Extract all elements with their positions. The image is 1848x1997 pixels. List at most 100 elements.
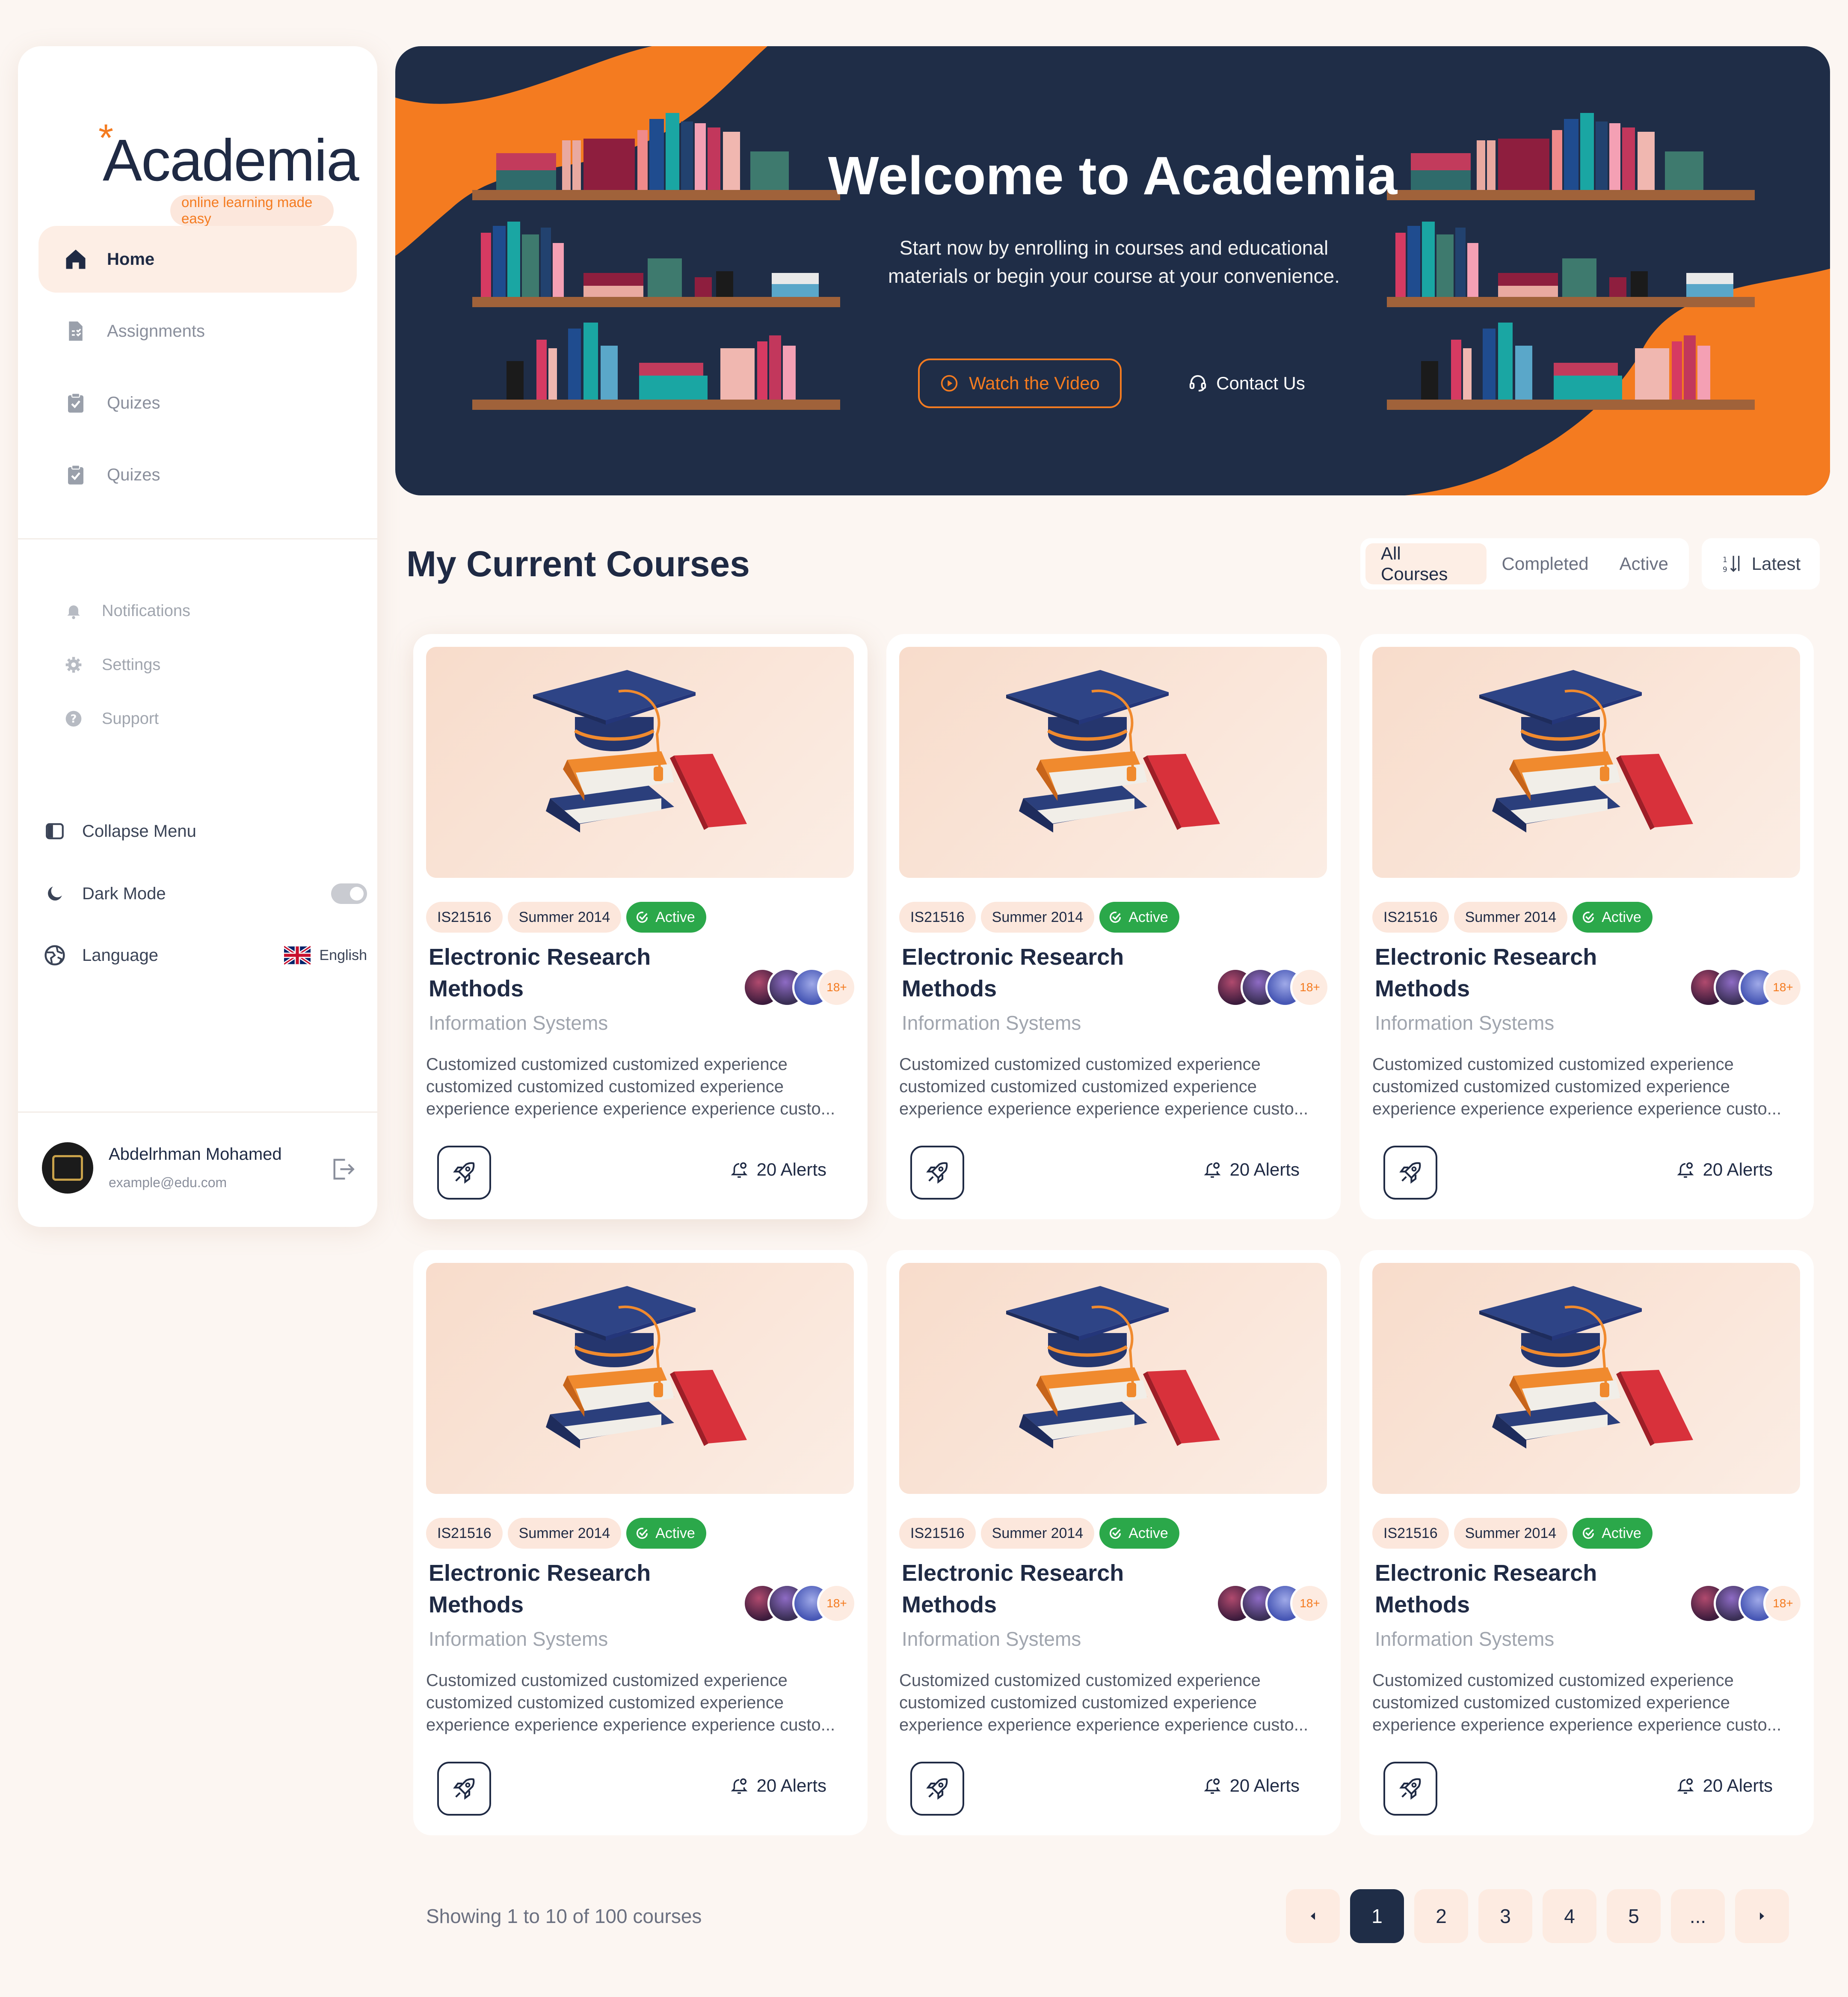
status-label: Active xyxy=(1602,1525,1641,1541)
logout-icon[interactable] xyxy=(329,1155,357,1183)
course-subject: Information Systems xyxy=(1375,1012,1555,1034)
bell-alert-icon xyxy=(731,1778,748,1794)
course-description: Customized customized customized experie… xyxy=(426,1053,854,1120)
alerts-link[interactable]: 20 Alerts xyxy=(729,1159,826,1180)
launch-course-button[interactable] xyxy=(437,1146,491,1200)
description-line: customized customized customized experie… xyxy=(426,1693,784,1712)
course-card[interactable]: IS21516 Summer 2014 Active Electronic Re… xyxy=(886,1250,1341,1835)
participant-avatars[interactable]: 18+ xyxy=(1216,1584,1330,1623)
description-line: Customized customized customized experie… xyxy=(1372,1671,1734,1690)
course-tags: IS21516 Summer 2014 Active xyxy=(426,902,711,933)
collapse-menu-row[interactable]: Collapse Menu xyxy=(42,812,367,850)
sidebar-divider xyxy=(18,538,377,539)
course-title: Electronic Research Methods xyxy=(1375,1560,1597,1618)
course-description: Customized customized customized experie… xyxy=(1372,1669,1800,1736)
sidebar-item-label: Notifications xyxy=(102,601,190,620)
status-badge: Active xyxy=(1099,902,1179,933)
sidebar-item-support[interactable]: ? Support xyxy=(62,702,159,736)
launch-course-button[interactable] xyxy=(437,1762,491,1816)
alerts-link[interactable]: 20 Alerts xyxy=(1676,1775,1773,1796)
clipboard-check-icon xyxy=(62,461,90,489)
status-badge: Active xyxy=(626,902,706,933)
dark-mode-toggle[interactable] xyxy=(331,883,367,904)
graduation-books-illustration xyxy=(1479,1286,1693,1449)
sidebar-item-assignments[interactable]: Assignments xyxy=(38,298,357,364)
results-summary: Showing 1 to 10 of 100 courses xyxy=(426,1905,702,1927)
sidebar-item-home[interactable]: Home xyxy=(38,226,357,293)
sidebar-item-quizes-2[interactable]: Quizes xyxy=(38,441,357,508)
sort-icon: 19 xyxy=(1723,556,1740,574)
sort-button[interactable]: 19 Latest xyxy=(1702,538,1820,590)
participant-avatars[interactable]: 18+ xyxy=(1689,1584,1803,1623)
alerts-link[interactable]: 20 Alerts xyxy=(729,1775,826,1796)
svg-text:?: ? xyxy=(71,713,77,726)
sidebar-item-quizes[interactable]: Quizes xyxy=(38,370,357,436)
page-ellipsis[interactable]: ... xyxy=(1671,1889,1725,1943)
description-line: Customized customized customized experie… xyxy=(899,1671,1261,1690)
more-participants-count: 18+ xyxy=(817,1584,856,1623)
launch-course-button[interactable] xyxy=(1383,1762,1437,1816)
language-row: Language English xyxy=(42,936,367,975)
course-subject: Information Systems xyxy=(902,1628,1081,1650)
prev-page-button[interactable] xyxy=(1286,1889,1340,1943)
course-tags: IS21516 Summer 2014 Active xyxy=(899,1518,1185,1549)
contact-us-button[interactable]: Contact Us xyxy=(1165,359,1328,408)
course-card[interactable]: IS21516 Summer 2014 Active Electronic Re… xyxy=(886,634,1341,1219)
language-selector[interactable]: English xyxy=(284,946,367,965)
next-page-button[interactable] xyxy=(1735,1889,1789,1943)
globe-icon xyxy=(42,942,68,968)
alerts-link[interactable]: 20 Alerts xyxy=(1202,1159,1300,1180)
course-card[interactable]: IS21516 Summer 2014 Active Electronic Re… xyxy=(1359,634,1814,1219)
clipboard-check-icon xyxy=(62,389,90,417)
user-email: example@edu.com xyxy=(109,1175,227,1190)
course-description: Customized customized customized experie… xyxy=(899,1053,1327,1120)
course-thumbnail xyxy=(426,1263,854,1494)
sidebar-item-settings[interactable]: Settings xyxy=(62,648,160,682)
rocket-icon xyxy=(1399,1162,1421,1184)
rocket-icon xyxy=(453,1778,475,1800)
status-label: Active xyxy=(1128,1525,1168,1541)
launch-course-button[interactable] xyxy=(910,1762,964,1816)
sidebar-item-notifications[interactable]: Notifications xyxy=(62,594,190,628)
alerts-label: 20 Alerts xyxy=(1229,1159,1300,1179)
sidebar-item-label: Home xyxy=(107,249,155,269)
participant-avatars[interactable]: 18+ xyxy=(743,968,856,1007)
alerts-label: 20 Alerts xyxy=(1703,1775,1773,1796)
alerts-link[interactable]: 20 Alerts xyxy=(1202,1775,1300,1796)
participant-avatars[interactable]: 18+ xyxy=(1689,968,1803,1007)
description-line: experience experience experience experie… xyxy=(899,1099,1309,1118)
course-card[interactable]: IS21516 Summer 2014 Active Electronic Re… xyxy=(413,1250,868,1835)
dark-mode-row: Dark Mode xyxy=(42,874,367,913)
launch-course-button[interactable] xyxy=(910,1146,964,1200)
status-badge: Active xyxy=(1573,1518,1653,1549)
bell-icon xyxy=(62,600,85,622)
watch-video-button[interactable]: Watch the Video xyxy=(918,359,1122,408)
headset-icon xyxy=(1189,375,1206,392)
launch-course-button[interactable] xyxy=(1383,1146,1437,1200)
page-1-button[interactable]: 1 xyxy=(1350,1889,1404,1943)
graduation-books-illustration xyxy=(533,670,747,833)
course-filter-tabs: All Courses Completed Active xyxy=(1360,538,1689,590)
participant-avatars[interactable]: 18+ xyxy=(743,1584,856,1623)
academia-logo[interactable]: * Academia online learning made easy xyxy=(82,72,359,226)
page-2-button[interactable]: 2 xyxy=(1414,1889,1468,1943)
page-5-button[interactable]: 5 xyxy=(1607,1889,1661,1943)
tab-completed[interactable]: Completed xyxy=(1487,543,1604,584)
participant-avatars[interactable]: 18+ xyxy=(1216,968,1330,1007)
page-3-button[interactable]: 3 xyxy=(1478,1889,1532,1943)
course-title: Electronic Research Methods xyxy=(429,944,651,1001)
svg-text:9: 9 xyxy=(1723,566,1727,574)
tab-active[interactable]: Active xyxy=(1604,543,1684,584)
status-badge: Active xyxy=(626,1518,706,1549)
alerts-link[interactable]: 20 Alerts xyxy=(1676,1159,1773,1180)
svg-text:1: 1 xyxy=(1723,556,1727,564)
tab-all-courses[interactable]: All Courses xyxy=(1365,543,1487,584)
course-card[interactable]: IS21516 Summer 2014 Active Electronic Re… xyxy=(1359,1250,1814,1835)
course-thumbnail xyxy=(1372,1263,1800,1494)
avatar[interactable] xyxy=(42,1142,93,1194)
hero-title: Welcome to Academia xyxy=(828,145,1398,206)
page-4-button[interactable]: 4 xyxy=(1543,1889,1596,1943)
course-card[interactable]: IS21516 Summer 2014 Active Electronic Re… xyxy=(413,634,868,1219)
sidebar-item-label: Support xyxy=(102,709,159,728)
description-line: Customized customized customized experie… xyxy=(426,1055,788,1074)
